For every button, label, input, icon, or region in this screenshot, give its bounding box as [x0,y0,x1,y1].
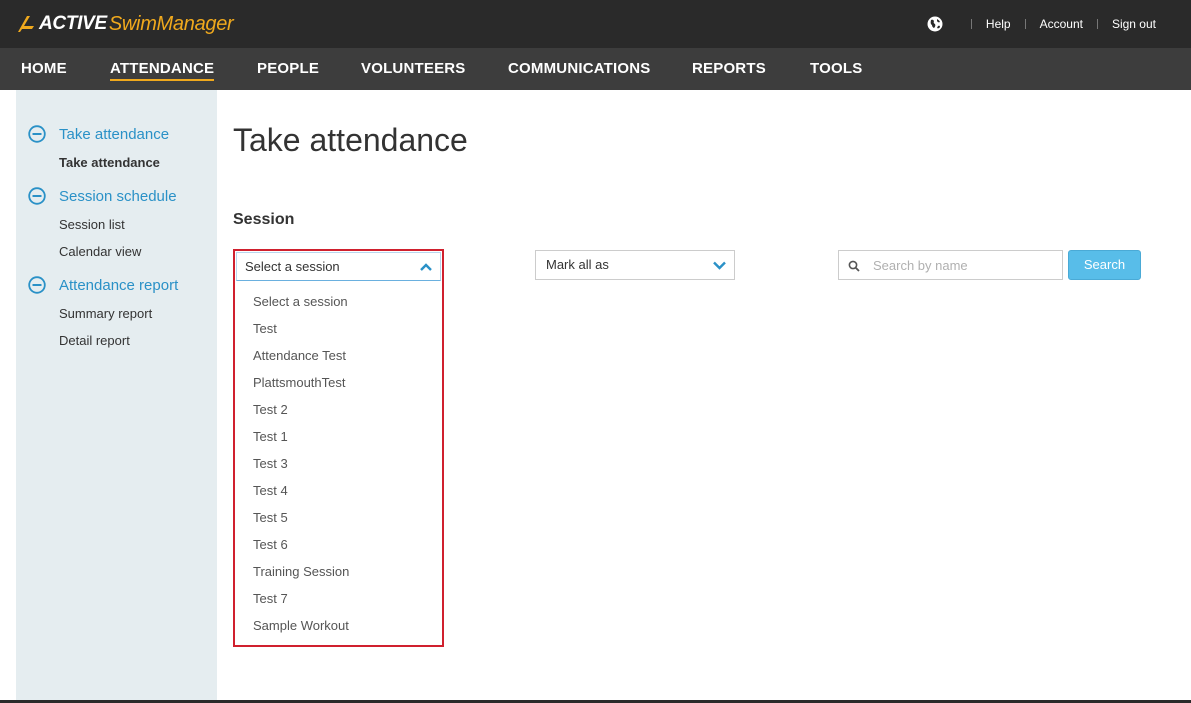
session-option[interactable]: Test 5 [235,504,442,531]
search-input[interactable] [873,255,1053,275]
top-bar: ACTIVE SwimManager Help Account Sign out [0,0,1191,48]
nav-volunteers[interactable]: VOLUNTEERS [361,60,466,77]
main-nav: HOME ATTENDANCE PEOPLE VOLUNTEERS COMMUN… [0,48,1191,90]
session-option[interactable]: PlattsmouthTest [235,369,442,396]
sidebar-section-attendance-report[interactable]: Attendance report [28,276,178,294]
session-option[interactable]: Test 1 [235,423,442,450]
session-option[interactable]: Attendance Test [235,342,442,369]
session-select-toggle[interactable]: Select a session [236,252,441,281]
sidebar-section-label: Take attendance [59,125,170,143]
mark-all-value: Mark all as [546,257,609,272]
mark-all-select[interactable]: Mark all as [535,250,735,280]
session-option[interactable]: Training Session [235,558,442,585]
search-box [838,250,1063,280]
logo-product-text: SwimManager [108,12,234,35]
app-logo[interactable]: ACTIVE SwimManager [16,12,234,36]
sign-out-link[interactable]: Sign out [1112,17,1156,31]
session-option-list: Select a session Test Attendance Test Pl… [235,288,442,639]
sidebar-item-summary-report[interactable]: Summary report [59,306,152,321]
sidebar-item-session-list[interactable]: Session list [59,217,125,232]
nav-communications[interactable]: COMMUNICATIONS [508,60,651,77]
session-select-value: Select a session [245,259,340,274]
session-option[interactable]: Test 4 [235,477,442,504]
chevron-up-icon [420,263,432,271]
divider [970,19,972,29]
session-option[interactable]: Test 6 [235,531,442,558]
sidebar-item-take-attendance[interactable]: Take attendance [59,155,160,170]
account-link[interactable]: Account [1040,17,1083,31]
chevron-down-icon [713,261,726,270]
minus-circle-icon [28,276,46,294]
search-icon [848,260,860,272]
divider [1024,19,1026,29]
session-option[interactable]: Select a session [235,288,442,315]
logo-active-text: ACTIVE [39,13,107,34]
utility-nav: Help Account Sign out [927,0,1191,48]
minus-circle-icon [28,125,46,143]
nav-people[interactable]: PEOPLE [257,60,319,77]
nav-tools[interactable]: TOOLS [810,60,862,77]
sidebar: Take attendance Take attendance Session … [16,90,217,703]
minus-circle-icon [28,187,46,205]
nav-home[interactable]: HOME [21,60,67,77]
divider [1096,19,1098,29]
active-logo-mark-icon [18,16,34,32]
nav-reports[interactable]: REPORTS [692,60,766,77]
search-button[interactable]: Search [1068,250,1141,280]
sidebar-section-take-attendance[interactable]: Take attendance [28,125,169,143]
session-select[interactable]: Select a session Select a session Test A… [233,249,444,647]
page-title: Take attendance [233,122,468,158]
sidebar-section-session-schedule[interactable]: Session schedule [28,187,177,205]
session-option[interactable]: Test 2 [235,396,442,423]
session-option[interactable]: Sample Workout [235,612,442,639]
help-link[interactable]: Help [986,17,1011,31]
sidebar-item-calendar-view[interactable]: Calendar view [59,244,141,259]
session-label: Session [233,211,295,228]
session-option[interactable]: Test 3 [235,450,442,477]
session-option[interactable]: Test [235,315,442,342]
sidebar-item-detail-report[interactable]: Detail report [59,333,130,348]
session-option[interactable]: Test 7 [235,585,442,612]
sidebar-section-label: Attendance report [59,276,179,294]
globe-icon[interactable] [927,16,943,32]
sidebar-section-label: Session schedule [59,187,177,205]
nav-attendance[interactable]: ATTENDANCE [110,60,215,81]
